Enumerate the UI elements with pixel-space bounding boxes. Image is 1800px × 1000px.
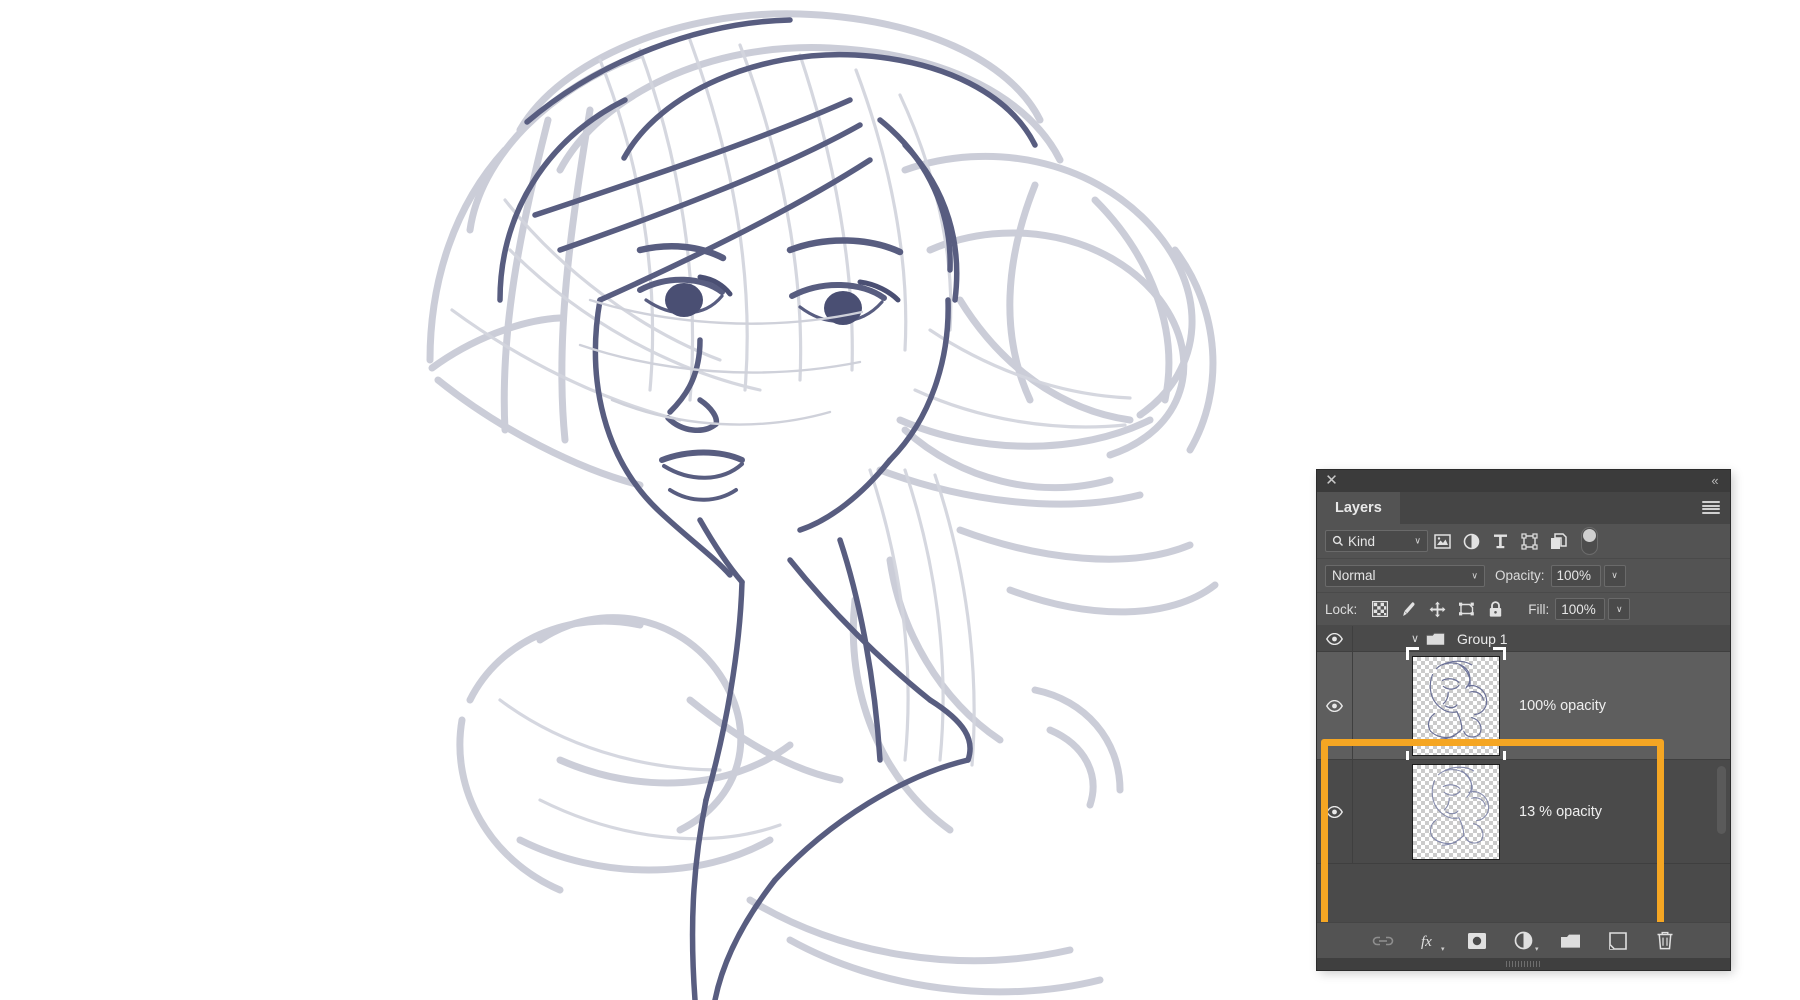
layer-name-label: 13 % opacity — [1519, 803, 1603, 820]
layer-thumbnail-wrap[interactable] — [1406, 647, 1506, 764]
chevron-down-icon: ▾ — [1440, 945, 1445, 953]
opacity-stepper-caret-icon[interactable]: ∨ — [1603, 564, 1626, 587]
toggle-knob — [1583, 529, 1596, 542]
link-icon — [1372, 936, 1393, 945]
tab-layers-label: Layers — [1335, 500, 1382, 516]
layer-name-label: 100% opacity — [1519, 697, 1607, 714]
opacity-value: 100% — [1556, 568, 1592, 583]
group-visibility-toggle[interactable] — [1317, 626, 1353, 651]
filter-shape-layers-icon[interactable] — [1518, 530, 1541, 553]
layer-list[interactable]: ∨ Group 1 100% opacity 13 % opacity — [1317, 626, 1730, 922]
fill-value: 100% — [1561, 601, 1596, 617]
layer-row-13-opacity[interactable]: 13 % opacity — [1317, 760, 1730, 864]
lock-position-icon[interactable] — [1426, 598, 1449, 621]
layer-mask-button[interactable] — [1465, 929, 1489, 953]
new-layer-icon — [1608, 931, 1627, 950]
filter-pixel-layers-icon[interactable] — [1431, 530, 1454, 553]
folder-icon — [1425, 632, 1445, 646]
layer-thumbnail-wrap[interactable] — [1411, 760, 1501, 863]
link-layers-button[interactable] — [1371, 929, 1395, 953]
layer-visibility-toggle[interactable] — [1317, 652, 1353, 759]
filter-kind-select[interactable]: Kind ∨ — [1325, 530, 1428, 552]
svg-text:fx: fx — [1421, 934, 1432, 950]
chevron-down-icon: ∨ — [1414, 535, 1421, 546]
photoshop-window: ✕ « Layers Kind ∨ Normal ∨ Opacity: 100%… — [0, 0, 1800, 1000]
blend-mode-value: Normal — [1332, 568, 1376, 583]
eye-icon — [1326, 699, 1343, 712]
fill-stepper-caret-icon[interactable]: ∨ — [1608, 598, 1631, 620]
layer-row-100-opacity[interactable]: 100% opacity — [1317, 647, 1730, 764]
fill-input[interactable]: 100% — [1555, 598, 1606, 620]
close-icon[interactable]: ✕ — [1324, 473, 1339, 488]
layer-filter-row: Kind ∨ — [1317, 524, 1730, 559]
grip-lines-icon — [1505, 961, 1542, 967]
blend-mode-select[interactable]: Normal ∨ — [1325, 564, 1485, 587]
filter-kind-label: Kind — [1348, 533, 1376, 549]
fill-label: Fill: — [1528, 601, 1550, 617]
chevron-down-icon: ▾ — [1534, 945, 1539, 953]
lock-transparent-pixels-icon[interactable] — [1368, 598, 1391, 621]
group-disclosure-triangle-icon[interactable]: ∨ — [1405, 632, 1425, 645]
trash-icon — [1657, 931, 1672, 950]
layer-visibility-toggle[interactable] — [1317, 760, 1353, 863]
lock-label: Lock: — [1325, 601, 1358, 617]
thumbnail-sketch-light — [1429, 766, 1490, 846]
layers-panel: ✕ « Layers Kind ∨ Normal ∨ Opacity: 100%… — [1317, 470, 1730, 970]
layer-row-group[interactable]: ∨ Group 1 — [1317, 626, 1730, 652]
panel-resize-grip[interactable] — [1317, 958, 1730, 970]
lock-all-icon[interactable] — [1484, 598, 1507, 621]
panel-titlebar: ✕ « — [1317, 470, 1730, 492]
eye-icon — [1326, 805, 1343, 818]
lock-image-pixels-icon[interactable] — [1397, 598, 1420, 621]
half-circle-icon — [1514, 931, 1533, 950]
new-group-button[interactable] — [1559, 929, 1583, 953]
search-icon — [1332, 535, 1343, 546]
layer-style-button[interactable]: fx ▾ — [1418, 929, 1445, 953]
eye-icon — [1326, 632, 1343, 645]
new-layer-button[interactable] — [1606, 929, 1630, 953]
lock-fill-row: Lock: Fill: 100% ∨ — [1317, 593, 1730, 626]
blend-opacity-row: Normal ∨ Opacity: 100% ∨ — [1317, 559, 1730, 593]
chevron-down-icon: ∨ — [1471, 570, 1478, 580]
layer-thumbnail — [1412, 763, 1500, 860]
panel-tab-row: Layers — [1317, 492, 1730, 524]
folder-icon — [1561, 934, 1580, 948]
filter-adjustment-layers-icon[interactable] — [1460, 530, 1483, 553]
delete-layer-button[interactable] — [1653, 929, 1677, 953]
fx-icon: fx — [1421, 934, 1432, 950]
panel-menu-icon[interactable] — [1702, 500, 1720, 515]
tab-layers[interactable]: Layers — [1317, 492, 1400, 524]
filter-type-layers-icon[interactable] — [1489, 530, 1512, 553]
opacity-label: Opacity: — [1495, 568, 1545, 583]
lock-artboard-nesting-icon[interactable] — [1455, 598, 1478, 621]
opacity-input[interactable]: 100% — [1550, 564, 1601, 587]
mask-icon — [1467, 932, 1486, 949]
filter-enable-toggle[interactable] — [1581, 527, 1598, 555]
layer-thumbnail — [1412, 655, 1500, 756]
layer-list-scrollbar[interactable] — [1717, 766, 1726, 834]
thumbnail-sketch-dark — [1427, 660, 1488, 740]
group-name-label: Group 1 — [1457, 630, 1508, 647]
collapse-panel-icon[interactable]: « — [1706, 472, 1723, 489]
filter-smart-objects-icon[interactable] — [1547, 530, 1570, 553]
layers-panel-footer: fx ▾ ▾ — [1317, 922, 1730, 958]
adjustment-layer-button[interactable]: ▾ — [1512, 929, 1539, 953]
